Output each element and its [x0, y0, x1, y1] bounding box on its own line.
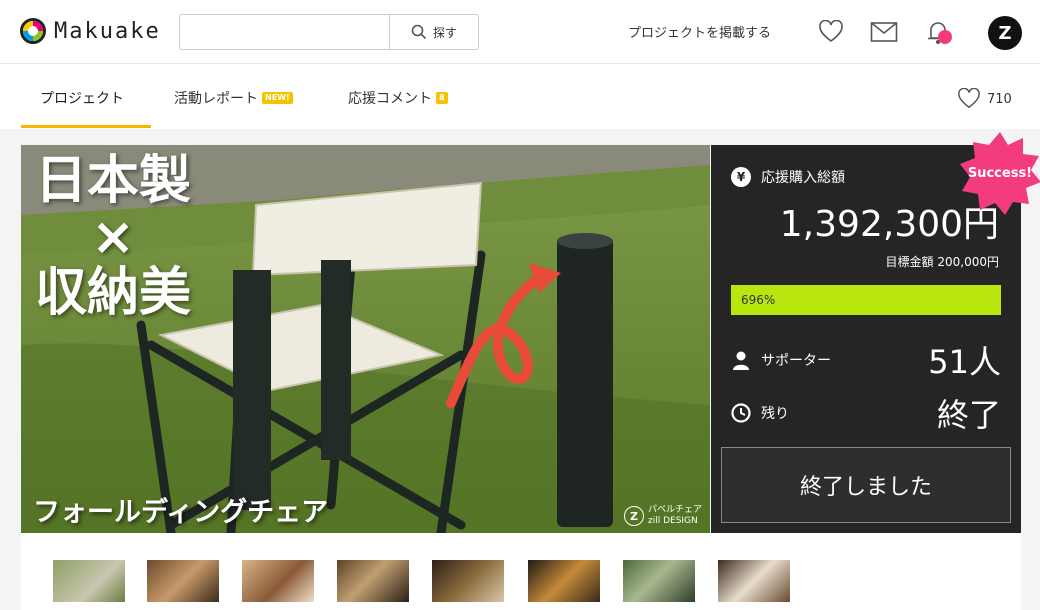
thumbnail-strip [21, 533, 1021, 610]
remaining-row: 残り 終了 [731, 390, 1001, 436]
thumbnail[interactable] [528, 560, 600, 602]
goal-amount: 目標金額 200,000円 [885, 255, 999, 269]
ended-button[interactable]: 終了しました [721, 447, 1011, 523]
thumbnail[interactable] [337, 560, 409, 602]
active-tab-underline [21, 125, 151, 128]
thumbnail[interactable] [53, 560, 125, 602]
hero-title: 日本製 × 収納美 [35, 151, 192, 323]
thumbnail[interactable] [718, 560, 790, 602]
site-header: Makuake 探す プロジェクトを掲載する Z [0, 0, 1040, 64]
success-text: Success! [967, 165, 1033, 181]
tab-label: 活動レポート [174, 91, 258, 107]
tab-label: 応援コメント [348, 91, 432, 107]
search-button[interactable]: 探す [389, 15, 478, 49]
clock-icon [731, 403, 751, 423]
progress-bar: 696% [731, 285, 1001, 315]
search-bar: 探す [179, 14, 479, 50]
total-label: ¥ 応援購入総額 [731, 167, 845, 187]
makuake-logo[interactable]: Makuake [20, 18, 161, 44]
tab-label: プロジェクト [40, 91, 124, 107]
user-avatar[interactable]: Z [988, 16, 1022, 50]
project-main-image[interactable]: 日本製 × 収納美 フォールディングチェア Z パベルチェア zill DESI… [21, 145, 710, 533]
notification-dot [938, 30, 952, 44]
total-label-text: 応援購入総額 [761, 170, 845, 186]
mail-icon [870, 22, 898, 42]
tab-activity-report[interactable]: 活動レポート NEW! [174, 88, 293, 108]
search-icon [411, 24, 427, 40]
person-icon [733, 351, 749, 370]
post-project-link[interactable]: プロジェクトを掲載する [628, 22, 771, 41]
like-button[interactable]: 710 [957, 88, 1012, 110]
tab-comments[interactable]: 応援コメント 8 [348, 88, 448, 108]
progress-label: 696% [741, 293, 776, 307]
supporters-row: サポーター 51人 [731, 337, 1001, 383]
remaining-value: 終了 [936, 396, 1001, 434]
search-button-label: 探す [432, 25, 457, 40]
hero-subtitle: フォールディングチェア [33, 497, 329, 528]
messages-button[interactable] [870, 18, 898, 46]
new-badge: NEW! [262, 92, 293, 104]
supporters-label: サポーター [761, 353, 831, 369]
tab-project[interactable]: プロジェクト [40, 88, 124, 108]
heart-icon [819, 20, 843, 43]
logo-text: Makuake [54, 18, 161, 44]
thumbnail[interactable] [623, 560, 695, 602]
favorites-button[interactable] [817, 18, 845, 46]
project-tabs: プロジェクト 活動レポート NEW! 応援コメント 8 710 [0, 64, 1040, 129]
brand-mark: Z パベルチェア zill DESIGN [623, 505, 702, 527]
success-badge: Success! [957, 130, 1040, 216]
logo-mark-icon [20, 18, 46, 44]
zill-logo-icon: Z [623, 506, 644, 526]
brand-line2: zill DESIGN [647, 516, 698, 526]
thumbnail[interactable] [432, 560, 504, 602]
remaining-label: 残り [761, 406, 789, 422]
heart-icon [958, 88, 980, 109]
thumbnail[interactable] [242, 560, 314, 602]
supporters-value: 51人 [928, 343, 1001, 381]
search-input[interactable] [180, 15, 389, 49]
notifications-button[interactable] [924, 18, 952, 46]
yen-icon: ¥ [731, 167, 751, 187]
brand-line1: パベルチェア [647, 505, 702, 515]
thumbnail[interactable] [147, 560, 219, 602]
comment-count-badge: 8 [436, 92, 448, 104]
like-count: 710 [987, 91, 1012, 107]
avatar-letter: Z [998, 22, 1012, 44]
